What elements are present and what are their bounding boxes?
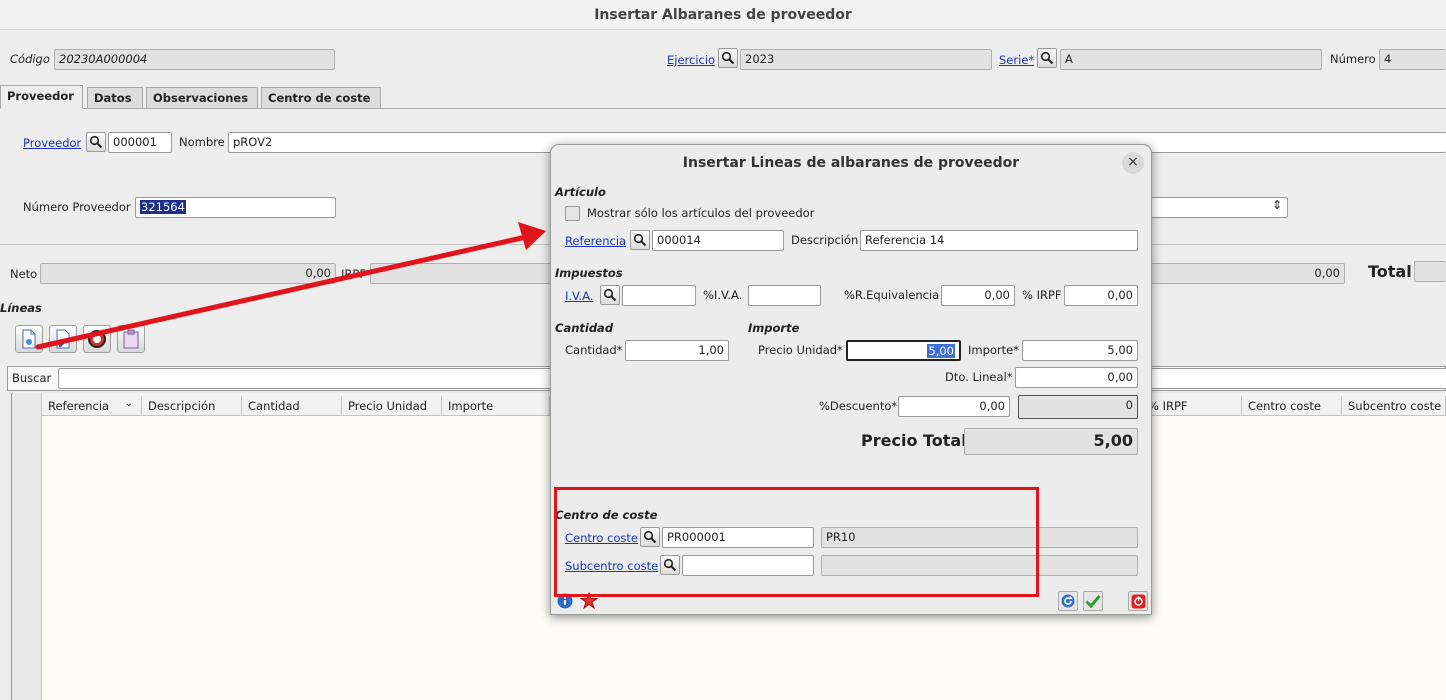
referencia-link[interactable]: Referencia (565, 234, 626, 248)
importe-section: Importe (748, 321, 800, 335)
accept-button[interactable] (1083, 591, 1103, 611)
requivalencia-label: %R.Equivalencia (844, 288, 940, 302)
requivalencia-field[interactable]: 0,00 (941, 285, 1015, 306)
cantidad-section: Cantidad (555, 321, 614, 335)
precio-total-label: Precio Total (861, 431, 967, 450)
referencia-search-button[interactable] (630, 230, 650, 250)
descuento-field[interactable]: 0,00 (898, 396, 1010, 417)
mostrar-checkbox[interactable] (565, 206, 580, 221)
search-icon (603, 288, 617, 302)
cantidad-field[interactable]: 1,00 (625, 340, 729, 361)
refresh-icon (1061, 594, 1075, 608)
irpf-label: % IRPF (1022, 288, 1062, 302)
importe-label: Importe* (968, 343, 1019, 357)
precio-unidad-value: 5,00 (927, 344, 955, 358)
iva-search-button[interactable] (600, 285, 620, 305)
articulo-section: Artículo (555, 185, 606, 199)
checkmark-icon (1085, 595, 1101, 608)
search-icon (633, 233, 647, 247)
annotation-box (554, 487, 1039, 597)
refresh-button[interactable] (1058, 591, 1078, 611)
precio-unidad-field[interactable]: 5,00 (846, 340, 961, 361)
power-icon (1131, 594, 1145, 608)
iva-link[interactable]: I.V.A. (565, 289, 593, 303)
close-icon: × (1127, 154, 1139, 170)
dto-lineal-label: Dto. Lineal* (945, 370, 1013, 384)
pct-iva-field[interactable] (748, 285, 821, 306)
iva-field[interactable] (622, 285, 696, 306)
descripcion-field[interactable]: Referencia 14 (860, 230, 1138, 251)
pct-iva-label: %I.V.A. (703, 288, 743, 302)
descuento-amount-field: 0 (1018, 395, 1138, 419)
irpf-field[interactable]: 0,00 (1064, 285, 1138, 306)
precio-total-field: 5,00 (964, 428, 1138, 455)
descuento-label: %Descuento* (819, 399, 898, 413)
close-button[interactable]: × (1122, 152, 1144, 174)
exit-button[interactable] (1128, 591, 1148, 611)
mostrar-label: Mostrar sólo los artículos del proveedor (587, 206, 815, 220)
dialog-title: Insertar Lineas de albaranes de proveedo… (682, 155, 1020, 171)
importe-field[interactable]: 5,00 (1022, 340, 1138, 361)
cantidad-label: Cantidad* (565, 343, 623, 357)
descripcion-label: Descripción (791, 233, 859, 247)
precio-unidad-label: Precio Unidad* (758, 343, 843, 357)
impuestos-section: Impuestos (555, 266, 623, 280)
dto-lineal-field[interactable]: 0,00 (1015, 367, 1138, 388)
referencia-field[interactable]: 000014 (652, 230, 784, 251)
